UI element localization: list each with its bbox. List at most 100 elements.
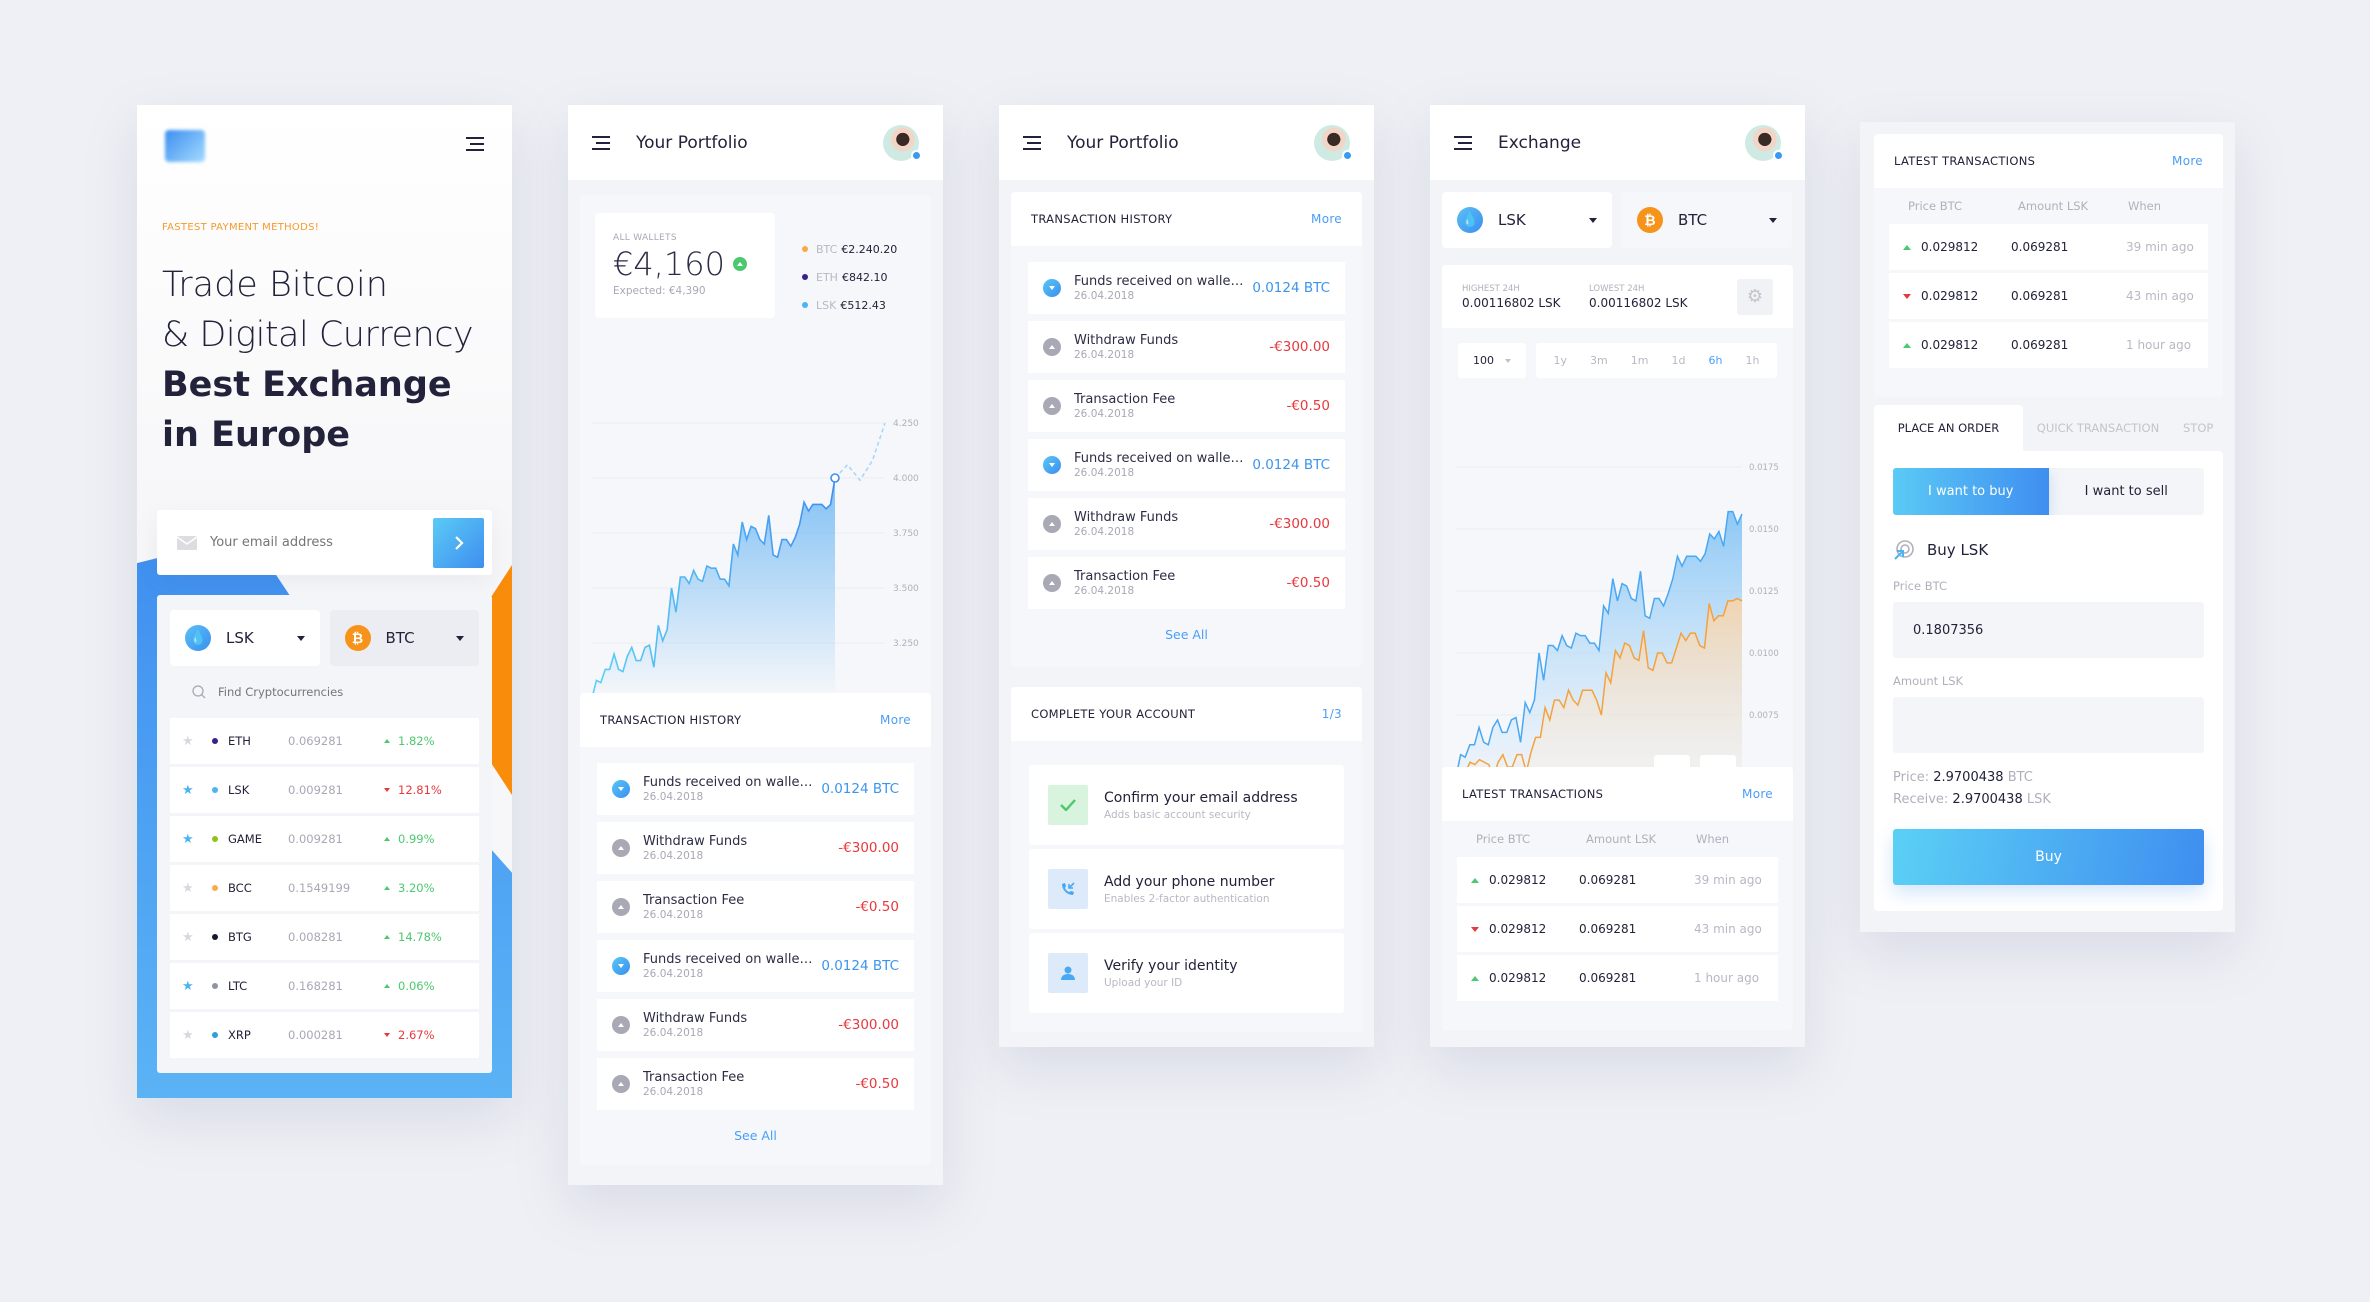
buy-toggle[interactable]: I want to buy: [1893, 468, 2049, 515]
y-tick-label: 3.750: [893, 529, 919, 539]
to-coin-select[interactable]: ₿ BTC: [1622, 192, 1792, 248]
range-tab-1h[interactable]: 1h: [1746, 354, 1760, 367]
send-icon: [612, 839, 630, 857]
crypto-search-input[interactable]: [218, 685, 457, 699]
current-point[interactable]: [830, 473, 840, 483]
coin-symbol: BTG: [228, 930, 252, 944]
see-all-link[interactable]: See All: [580, 1128, 931, 1143]
btc-icon: ₿: [1637, 207, 1663, 233]
more-link[interactable]: More: [1742, 787, 1773, 801]
transaction-row[interactable]: Withdraw Funds 26.04.2018 -€300.00: [597, 999, 914, 1051]
more-link[interactable]: More: [880, 713, 911, 727]
range-tab-1y[interactable]: 1y: [1554, 354, 1568, 367]
menu-icon[interactable]: [1023, 135, 1041, 150]
transaction-date: 26.04.2018: [643, 791, 704, 803]
receive-icon: [1043, 456, 1061, 474]
range-tab-1d[interactable]: 1d: [1672, 354, 1686, 367]
amount-lsk-input[interactable]: [1893, 697, 2204, 753]
coin-change: 1.82%: [398, 734, 435, 748]
transaction-name: Funds received on wallet...: [643, 775, 814, 790]
coin-row[interactable]: ★ BCC 0.1549199 3.20%: [170, 865, 479, 911]
star-icon[interactable]: ★: [182, 783, 202, 798]
table-row[interactable]: 0.029812 0.069281 39 min ago: [1889, 224, 2208, 270]
trend-down-icon: [1471, 926, 1479, 932]
table-row[interactable]: 0.029812 0.069281 43 min ago: [1457, 906, 1778, 952]
transaction-row[interactable]: Withdraw Funds 26.04.2018 -€300.00: [1028, 498, 1345, 550]
row-price: 0.029812: [1921, 240, 1979, 254]
transaction-row[interactable]: Withdraw Funds 26.04.2018 -€300.00: [1028, 321, 1345, 373]
star-icon[interactable]: ★: [182, 1028, 202, 1043]
transaction-name: Funds received on wallet...: [1074, 274, 1245, 289]
caret-down-icon: [1505, 358, 1511, 363]
avatar[interactable]: [1745, 124, 1784, 161]
transaction-row[interactable]: Withdraw Funds 26.04.2018 -€300.00: [597, 822, 914, 874]
buy-button[interactable]: Buy: [1893, 829, 2204, 885]
coin-symbol: XRP: [228, 1028, 251, 1042]
transaction-row[interactable]: Transaction Fee 26.04.2018 -€0.50: [597, 1058, 914, 1110]
tab-place-order[interactable]: PLACE AN ORDER: [1874, 405, 2023, 451]
crypto-search[interactable]: [157, 666, 492, 718]
table-row[interactable]: 0.029812 0.069281 1 hour ago: [1889, 322, 2208, 368]
account-step[interactable]: Add your phone number Enables 2-factor au…: [1029, 849, 1344, 929]
star-icon[interactable]: ★: [182, 734, 202, 749]
avatar[interactable]: [883, 124, 922, 161]
avatar[interactable]: [1314, 124, 1353, 161]
step-title: Add your phone number: [1104, 873, 1275, 890]
table-row[interactable]: 0.029812 0.069281 1 hour ago: [1457, 955, 1778, 1001]
transaction-name: Transaction Fee: [1074, 569, 1176, 584]
coin-symbol: ETH: [228, 734, 251, 748]
from-coin-select[interactable]: 💧 LSK: [170, 610, 320, 666]
coin-row[interactable]: ★ LSK 0.009281 12.81%: [170, 767, 479, 813]
range-tab-3m[interactable]: 3m: [1590, 354, 1608, 367]
y-tick-label: 0.0125: [1749, 587, 1779, 597]
coin-row[interactable]: ★ XRP 0.000281 2.67%: [170, 1012, 479, 1058]
more-link[interactable]: More: [1311, 212, 1342, 226]
star-icon[interactable]: ★: [182, 881, 202, 896]
tab-stop[interactable]: STOP: [2173, 405, 2233, 451]
trend-up-icon: [1903, 342, 1911, 348]
coin-row[interactable]: ★ ETH 0.069281 1.82%: [170, 718, 479, 764]
range-tab-6h[interactable]: 6h: [1709, 354, 1723, 367]
menu-icon[interactable]: [1454, 135, 1472, 150]
coin-row[interactable]: ★ LTC 0.168281 0.06%: [170, 963, 479, 1009]
y-tick-label: 0.0100: [1749, 649, 1779, 659]
transaction-row[interactable]: Funds received on wallet... 26.04.2018 0.0…: [1028, 262, 1345, 314]
star-icon[interactable]: ★: [182, 832, 202, 847]
account-step[interactable]: Confirm your email address Adds basic acc…: [1029, 765, 1344, 845]
transaction-row[interactable]: Transaction Fee 26.04.2018 -€0.50: [597, 881, 914, 933]
from-coin-select[interactable]: 💧 LSK: [1442, 192, 1612, 248]
chart-settings-button[interactable]: ⚙: [1737, 278, 1773, 315]
price-btc-input[interactable]: [1893, 602, 2204, 658]
coin-color-dot: [212, 885, 218, 891]
latest-table: Price BTC Amount LSK When 0.029812 0.069281 3…: [1874, 188, 2223, 368]
transaction-row[interactable]: Funds received on wallet... 26.04.2018 0.0…: [597, 763, 914, 815]
tab-quick-transaction[interactable]: QUICK TRANSACTION: [2023, 405, 2173, 451]
transaction-row[interactable]: Transaction Fee 26.04.2018 -€0.50: [1028, 380, 1345, 432]
complete-account-card: COMPLETE YOUR ACCOUNT 1/3 Confirm your e…: [1011, 687, 1362, 1032]
table-row[interactable]: 0.029812 0.069281 39 min ago: [1457, 857, 1778, 903]
count-select[interactable]: 100: [1458, 343, 1526, 378]
coin-row[interactable]: ★ GAME 0.009281 0.99%: [170, 816, 479, 862]
star-icon[interactable]: ★: [182, 979, 202, 994]
menu-icon[interactable]: [466, 137, 484, 151]
submit-email-button[interactable]: [433, 517, 484, 568]
star-icon[interactable]: ★: [182, 930, 202, 945]
more-link[interactable]: More: [2172, 154, 2203, 168]
range-tab-1m[interactable]: 1m: [1631, 354, 1649, 367]
table-row[interactable]: 0.029812 0.069281 43 min ago: [1889, 273, 2208, 319]
lsk-icon: 💧: [185, 625, 211, 651]
column-header: Price BTC: [1908, 199, 1962, 213]
transaction-row[interactable]: Funds received on wallet... 26.04.2018 0.0…: [1028, 439, 1345, 491]
coin-row[interactable]: ★ BTG 0.008281 14.78%: [170, 914, 479, 960]
menu-icon[interactable]: [592, 135, 610, 150]
column-header: Amount LSK: [2018, 199, 2089, 213]
section-title: LATEST TRANSACTIONS: [1894, 154, 2036, 168]
account-step[interactable]: Verify your identity Upload your ID: [1029, 933, 1344, 1013]
sell-toggle[interactable]: I want to sell: [2049, 468, 2205, 515]
to-coin-select[interactable]: ₿ BTC: [329, 610, 479, 666]
email-input[interactable]: [210, 535, 433, 550]
see-all-link[interactable]: See All: [1011, 627, 1362, 642]
transaction-row[interactable]: Funds received on wallet... 26.04.2018 0.0…: [597, 940, 914, 992]
transaction-row[interactable]: Transaction Fee 26.04.2018 -€0.50: [1028, 557, 1345, 609]
transaction-date: 26.04.2018: [1074, 290, 1135, 302]
